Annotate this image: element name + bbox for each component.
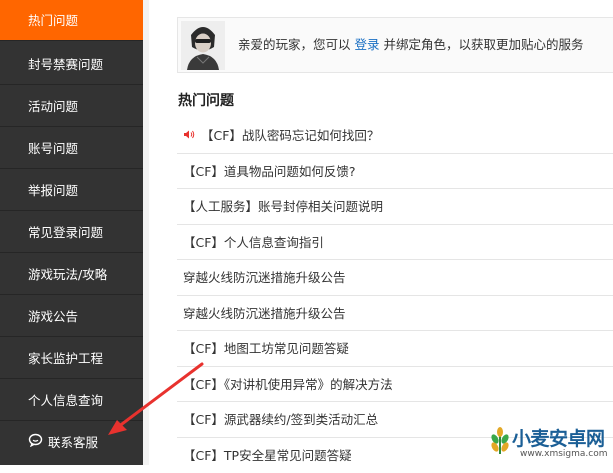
sidebar-item-label: 封号禁赛问题	[28, 57, 103, 72]
sidebar-item-label: 家长监护工程	[28, 351, 103, 366]
question-text: 【CF】地图工坊常见问题答疑	[183, 341, 349, 356]
question-text: 【CF】TP安全星常见问题答疑	[183, 448, 352, 463]
question-item[interactable]: 【CF】个人信息查询指引	[177, 225, 613, 261]
login-notice: 亲爱的玩家，您可以 登录 并绑定角色，以获取更加贴心的服务	[177, 17, 613, 73]
question-text: 穿越火线防沉迷措施升级公告	[183, 306, 346, 321]
sidebar-item-gameplay-guide[interactable]: 游戏玩法/攻略	[0, 254, 143, 295]
sidebar-item-account-questions[interactable]: 账号问题	[0, 128, 143, 169]
watermark: 小麦安卓网 www.xmsigma.com	[485, 418, 613, 465]
sidebar-item-label: 游戏公告	[28, 309, 78, 324]
sidebar-item-game-announcements[interactable]: 游戏公告	[0, 296, 143, 337]
question-item[interactable]: 【CF】地图工坊常见问题答疑	[177, 331, 613, 367]
sidebar: 热门问题 封号禁赛问题 活动问题 账号问题 举报问题 常见登录问题 游戏玩法/攻…	[0, 0, 143, 465]
sidebar-item-personal-info[interactable]: 个人信息查询	[0, 380, 143, 421]
sidebar-item-label: 常见登录问题	[28, 225, 103, 240]
sidebar-item-label: 联系客服	[48, 435, 98, 450]
sidebar-item-label: 账号问题	[28, 141, 78, 156]
sidebar-item-hot-questions[interactable]: 热门问题	[0, 0, 143, 41]
sidebar-item-ban-questions[interactable]: 封号禁赛问题	[0, 44, 143, 85]
question-text: 【人工服务】账号封停相关问题说明	[183, 199, 383, 214]
question-item[interactable]: 【人工服务】账号封停相关问题说明	[177, 189, 613, 225]
chat-bubble-icon	[28, 422, 43, 463]
question-text: 穿越火线防沉迷措施升级公告	[183, 270, 346, 285]
question-item[interactable]: 【CF】战队密码忘记如何找回？	[177, 118, 613, 154]
sidebar-item-contact-support[interactable]: 联系客服	[0, 422, 143, 463]
sidebar-item-label: 个人信息查询	[28, 393, 103, 408]
question-text: 【CF】个人信息查询指引	[183, 235, 324, 250]
question-text: 【CF】《对讲机使用异常》的解决方法	[183, 377, 393, 392]
question-text: 【CF】战队密码忘记如何找回？	[201, 128, 379, 143]
question-item[interactable]: 穿越火线防沉迷措施升级公告	[177, 260, 613, 296]
question-item[interactable]: 穿越火线防沉迷措施升级公告	[177, 296, 613, 332]
watermark-url: www.xmsigma.com	[520, 449, 607, 459]
question-item[interactable]: 【CF】道具物品问题如何反馈?	[177, 154, 613, 190]
question-text: 【CF】源武器续约/签到类活动汇总	[183, 412, 378, 427]
avatar	[181, 21, 225, 70]
watermark-title: 小麦安卓网	[512, 424, 605, 451]
sidebar-item-login-questions[interactable]: 常见登录问题	[0, 212, 143, 253]
sidebar-item-label: 活动问题	[28, 99, 78, 114]
sidebar-item-label: 举报问题	[28, 183, 78, 198]
sidebar-item-parental-control[interactable]: 家长监护工程	[0, 338, 143, 379]
sidebar-item-activity-questions[interactable]: 活动问题	[0, 86, 143, 127]
section-title: 热门问题	[178, 90, 234, 110]
notice-suffix: 并绑定角色，以获取更加贴心的服务	[384, 37, 584, 52]
sidebar-item-label: 游戏玩法/攻略	[28, 267, 107, 282]
login-link[interactable]: 登录	[355, 37, 380, 52]
divider	[143, 0, 149, 465]
notice-text: 亲爱的玩家，您可以 登录 并绑定角色，以获取更加贴心的服务	[238, 18, 584, 72]
sidebar-item-label: 热门问题	[28, 13, 78, 28]
sidebar-item-report-questions[interactable]: 举报问题	[0, 170, 143, 211]
question-text: 【CF】道具物品问题如何反馈?	[183, 164, 356, 179]
notice-prefix: 亲爱的玩家，您可以	[238, 37, 351, 52]
wheat-logo-icon	[487, 426, 513, 456]
speaker-icon	[183, 118, 195, 153]
question-item[interactable]: 【CF】《对讲机使用异常》的解决方法	[177, 367, 613, 403]
